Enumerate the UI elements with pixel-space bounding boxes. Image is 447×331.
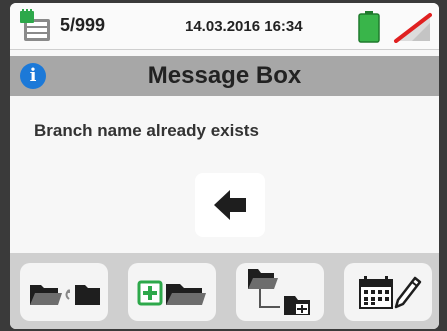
device-screen: 5/999 14.03.2016 16:34 Message Box i Bra… (10, 3, 439, 329)
memory-card-icon (20, 9, 50, 41)
calendar-edit-icon (359, 276, 422, 309)
dialog-title: Message Box (147, 62, 302, 89)
message-text: Branch name already exists (34, 121, 259, 140)
add-subfolder-icon (248, 269, 310, 315)
bottom-toolbar (10, 253, 439, 329)
move-folder-button[interactable] (20, 263, 108, 321)
info-icon: i (20, 63, 46, 89)
wifi-off-icon (394, 13, 432, 43)
title-bar: Message Box i (10, 56, 439, 96)
back-arrow-icon (214, 190, 246, 220)
calendar-edit-button[interactable] (344, 263, 432, 321)
memory-count: 5/999 (60, 15, 106, 35)
back-button[interactable] (195, 173, 265, 237)
status-bar: 5/999 14.03.2016 16:34 (10, 3, 439, 50)
add-folder-button[interactable] (128, 263, 216, 321)
add-folder-icon (137, 280, 206, 306)
move-folder-icon (30, 285, 100, 305)
add-subfolder-button[interactable] (236, 263, 324, 321)
battery-icon (358, 11, 380, 43)
date-time: 14.03.2016 16:34 (185, 18, 303, 35)
